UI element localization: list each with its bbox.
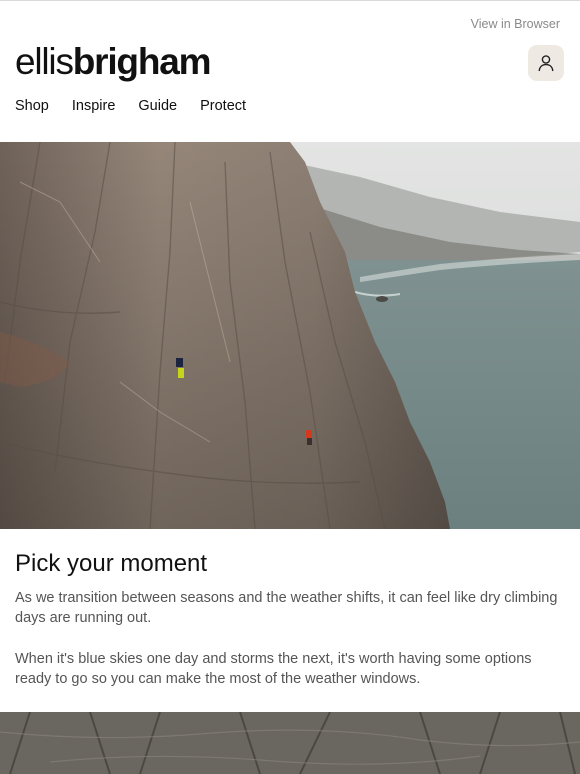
user-icon [538, 55, 554, 72]
view-in-browser-link[interactable]: View in Browser [471, 17, 560, 31]
main-nav: Shop Inspire Guide Protect [15, 98, 269, 114]
section-heading: Pick your moment [15, 550, 208, 577]
nav-item-protect[interactable]: Protect [200, 98, 246, 114]
body-paragraph: When it's blue skies one day and storms … [15, 651, 532, 687]
hero-image[interactable] [0, 142, 580, 529]
secondary-image[interactable] [0, 712, 580, 774]
nav-item-shop[interactable]: Shop [15, 98, 49, 114]
account-button[interactable] [528, 45, 564, 81]
logo-light-text: ellis [15, 41, 74, 82]
ellis-brigham-logo[interactable]: ellisbrigham [15, 40, 212, 84]
nav-item-guide[interactable]: Guide [138, 98, 177, 114]
top-divider [0, 0, 580, 1]
logo-bold-text: brigham [72, 41, 212, 82]
intro-paragraph: As we transition between seasons and the… [15, 590, 558, 626]
nav-item-inspire[interactable]: Inspire [72, 98, 116, 114]
